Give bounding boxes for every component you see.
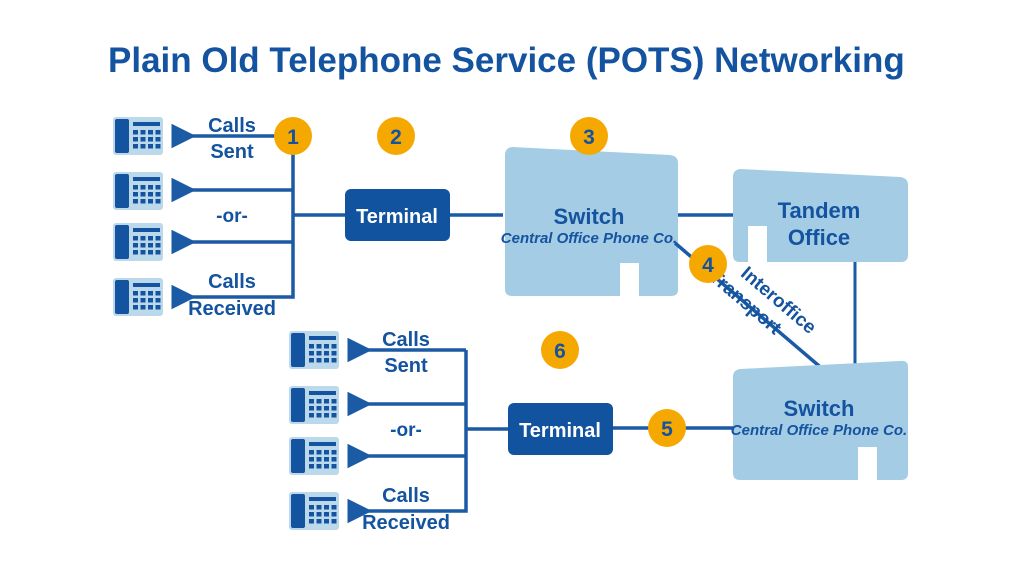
tandem-office-label-line2: Office xyxy=(788,225,850,250)
badge-6-number: 6 xyxy=(554,340,566,363)
badge-4[interactable]: 4 xyxy=(689,245,727,283)
terminal-bottom-node[interactable]: Terminal xyxy=(508,403,613,455)
badge-6[interactable]: 6 xyxy=(541,331,579,369)
badge-1[interactable]: 1 xyxy=(274,117,312,155)
desk-phone-icon xyxy=(113,223,163,261)
desk-phone-icon xyxy=(113,278,163,316)
desk-phone-icon xyxy=(289,492,339,530)
tandem-office-node[interactable]: Tandem Office xyxy=(733,169,908,262)
calls-received-label-line1: Calls xyxy=(208,271,256,293)
calls-sent-label-line1: Calls xyxy=(208,115,256,137)
switch-top-label: Switch xyxy=(554,204,625,229)
desk-phone-icon xyxy=(113,117,163,155)
calls-received-label-line1: Calls xyxy=(382,485,430,507)
badge-3-number: 3 xyxy=(583,126,595,149)
top-phone-group: Calls Sent -or- Calls Received xyxy=(113,115,345,320)
badge-3[interactable]: 3 xyxy=(570,117,608,155)
switch-bottom-node[interactable]: Switch Central Office Phone Co. xyxy=(731,360,908,480)
calls-sent-label-line1: Calls xyxy=(382,329,430,351)
terminal-bottom-label: Terminal xyxy=(519,420,601,442)
terminal-top-node[interactable]: Terminal xyxy=(345,189,450,241)
desk-phone-icon xyxy=(289,331,339,369)
page-title: Plain Old Telephone Service (POTS) Netwo… xyxy=(108,41,905,80)
desk-phone-icon xyxy=(113,172,163,210)
calls-sent-label-line2: Sent xyxy=(210,141,254,163)
or-separator-label: -or- xyxy=(216,206,248,227)
calls-sent-label-line2: Sent xyxy=(384,355,428,377)
badge-5-number: 5 xyxy=(661,418,673,441)
badge-5[interactable]: 5 xyxy=(648,409,686,447)
bottom-phone-group: Calls Sent -or- Calls Received xyxy=(289,329,508,534)
switch-bottom-label: Switch xyxy=(784,396,855,421)
badge-2[interactable]: 2 xyxy=(377,117,415,155)
pots-network-diagram: Plain Old Telephone Service (POTS) Netwo… xyxy=(108,41,908,534)
badge-4-number: 4 xyxy=(702,254,714,277)
calls-received-label-line2: Received xyxy=(362,512,450,534)
desk-phone-icon xyxy=(289,437,339,475)
tandem-office-label-line1: Tandem xyxy=(778,198,861,223)
desk-phone-icon xyxy=(289,386,339,424)
terminal-top-label: Terminal xyxy=(356,206,438,228)
switch-top-node[interactable]: Switch Central Office Phone Co. xyxy=(501,147,678,296)
calls-received-label-line2: Received xyxy=(188,298,276,320)
or-separator-label: -or- xyxy=(390,420,422,441)
badge-1-number: 1 xyxy=(287,126,299,149)
switch-bottom-sublabel: Central Office Phone Co. xyxy=(731,422,907,439)
diagram-canvas: Plain Old Telephone Service (POTS) Netwo… xyxy=(0,0,1024,576)
switch-top-sublabel: Central Office Phone Co. xyxy=(501,230,677,247)
badge-2-number: 2 xyxy=(390,126,402,149)
